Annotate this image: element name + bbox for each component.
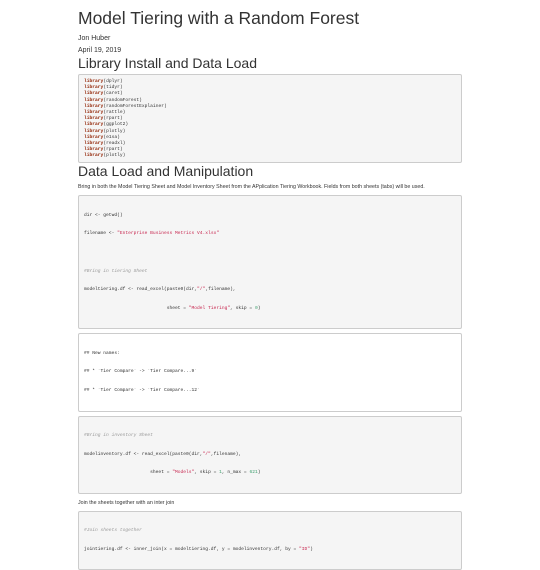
library-keyword: library bbox=[84, 79, 104, 84]
library-keyword: library bbox=[84, 97, 104, 103]
library-keyword: library bbox=[84, 116, 104, 122]
library-package: e1sa bbox=[106, 134, 118, 140]
library-package: randomForestExplainer bbox=[106, 103, 164, 109]
author-name: Jon Huber bbox=[78, 35, 111, 42]
library-package: ggplot2 bbox=[106, 122, 126, 128]
section-heading-library-install: Library Install and Data Load bbox=[78, 55, 257, 71]
load-tiering-code-block: dir <- getwd() filename <- "Enterprise B… bbox=[78, 195, 462, 330]
load-inventory-code-block: #Bring in inventory Sheet modelinventory… bbox=[78, 415, 462, 494]
output-block: ## New names: ## * `Tier Compare` -> `Ti… bbox=[78, 333, 462, 412]
section-heading-data-load: Data Load and Manipulation bbox=[78, 163, 254, 180]
document-date: April 19, 2019 bbox=[78, 47, 122, 54]
code-line: sheet = "Model Tiering", skip = 0) bbox=[84, 305, 261, 311]
code-line: modeltiering.df <- read_excel(paste0(dir… bbox=[84, 287, 236, 293]
code-comment: #Bring in tiering Sheet bbox=[84, 268, 148, 274]
code-line: modelinventory.df <- read_excel(paste0(d… bbox=[84, 451, 242, 457]
library-keyword: library bbox=[84, 122, 104, 128]
code-comment: #Join sheets together bbox=[84, 528, 142, 534]
code-line: jointiering.df <- inner_join(x = modelti… bbox=[84, 546, 313, 552]
join-paragraph: Join the sheets together with an inter j… bbox=[78, 499, 175, 506]
library-keyword: library bbox=[84, 147, 104, 153]
library-code-block: library(dplyr) library(tidyr) library(care… bbox=[78, 74, 462, 164]
code-line: sheet = "Models", skip = 1, n_max = 621) bbox=[84, 470, 261, 476]
library-package: rpart bbox=[106, 147, 120, 153]
library-keyword: library bbox=[84, 91, 104, 97]
library-package: rpart bbox=[106, 116, 120, 122]
join-code-block: #Join sheets together jointiering.df <- … bbox=[78, 510, 462, 570]
code-line: filename <- "Enterprise Business Metrics… bbox=[84, 231, 220, 237]
document: Model Tiering with a Random Forest Jon H… bbox=[78, 0, 462, 570]
code-comment: #Bring in inventory Sheet bbox=[84, 433, 153, 438]
library-keyword: library bbox=[84, 85, 104, 91]
library-keyword: library bbox=[84, 109, 104, 115]
library-package: caret bbox=[106, 91, 120, 97]
library-package: randomForest bbox=[106, 97, 140, 103]
library-package: plotly bbox=[106, 153, 123, 159]
library-keyword: library bbox=[84, 128, 104, 134]
library-keyword: library bbox=[84, 153, 104, 159]
library-keyword: library bbox=[84, 140, 104, 146]
output-line: ## * `Tier Compare` -> `Tier Compare...1… bbox=[84, 388, 200, 393]
output-line: ## New names: bbox=[84, 350, 120, 356]
library-package: tidyr bbox=[106, 85, 120, 91]
library-package: plotly bbox=[106, 128, 123, 134]
library-package: dplyr bbox=[106, 79, 120, 84]
library-keyword: library bbox=[84, 134, 104, 140]
document-title: Model Tiering with a Random Forest bbox=[78, 8, 360, 28]
library-package: readxl bbox=[106, 140, 123, 146]
intro-paragraph: Bring in both the Model Tiering Sheet an… bbox=[78, 184, 425, 191]
library-package: rattle bbox=[106, 109, 123, 115]
code-line: dir <- getwd() bbox=[84, 212, 123, 218]
library-keyword: library bbox=[84, 103, 104, 109]
output-line: ## * `Tier Compare` -> `Tier Compare...9… bbox=[84, 369, 198, 375]
library-line: library(plotly) bbox=[84, 153, 126, 159]
